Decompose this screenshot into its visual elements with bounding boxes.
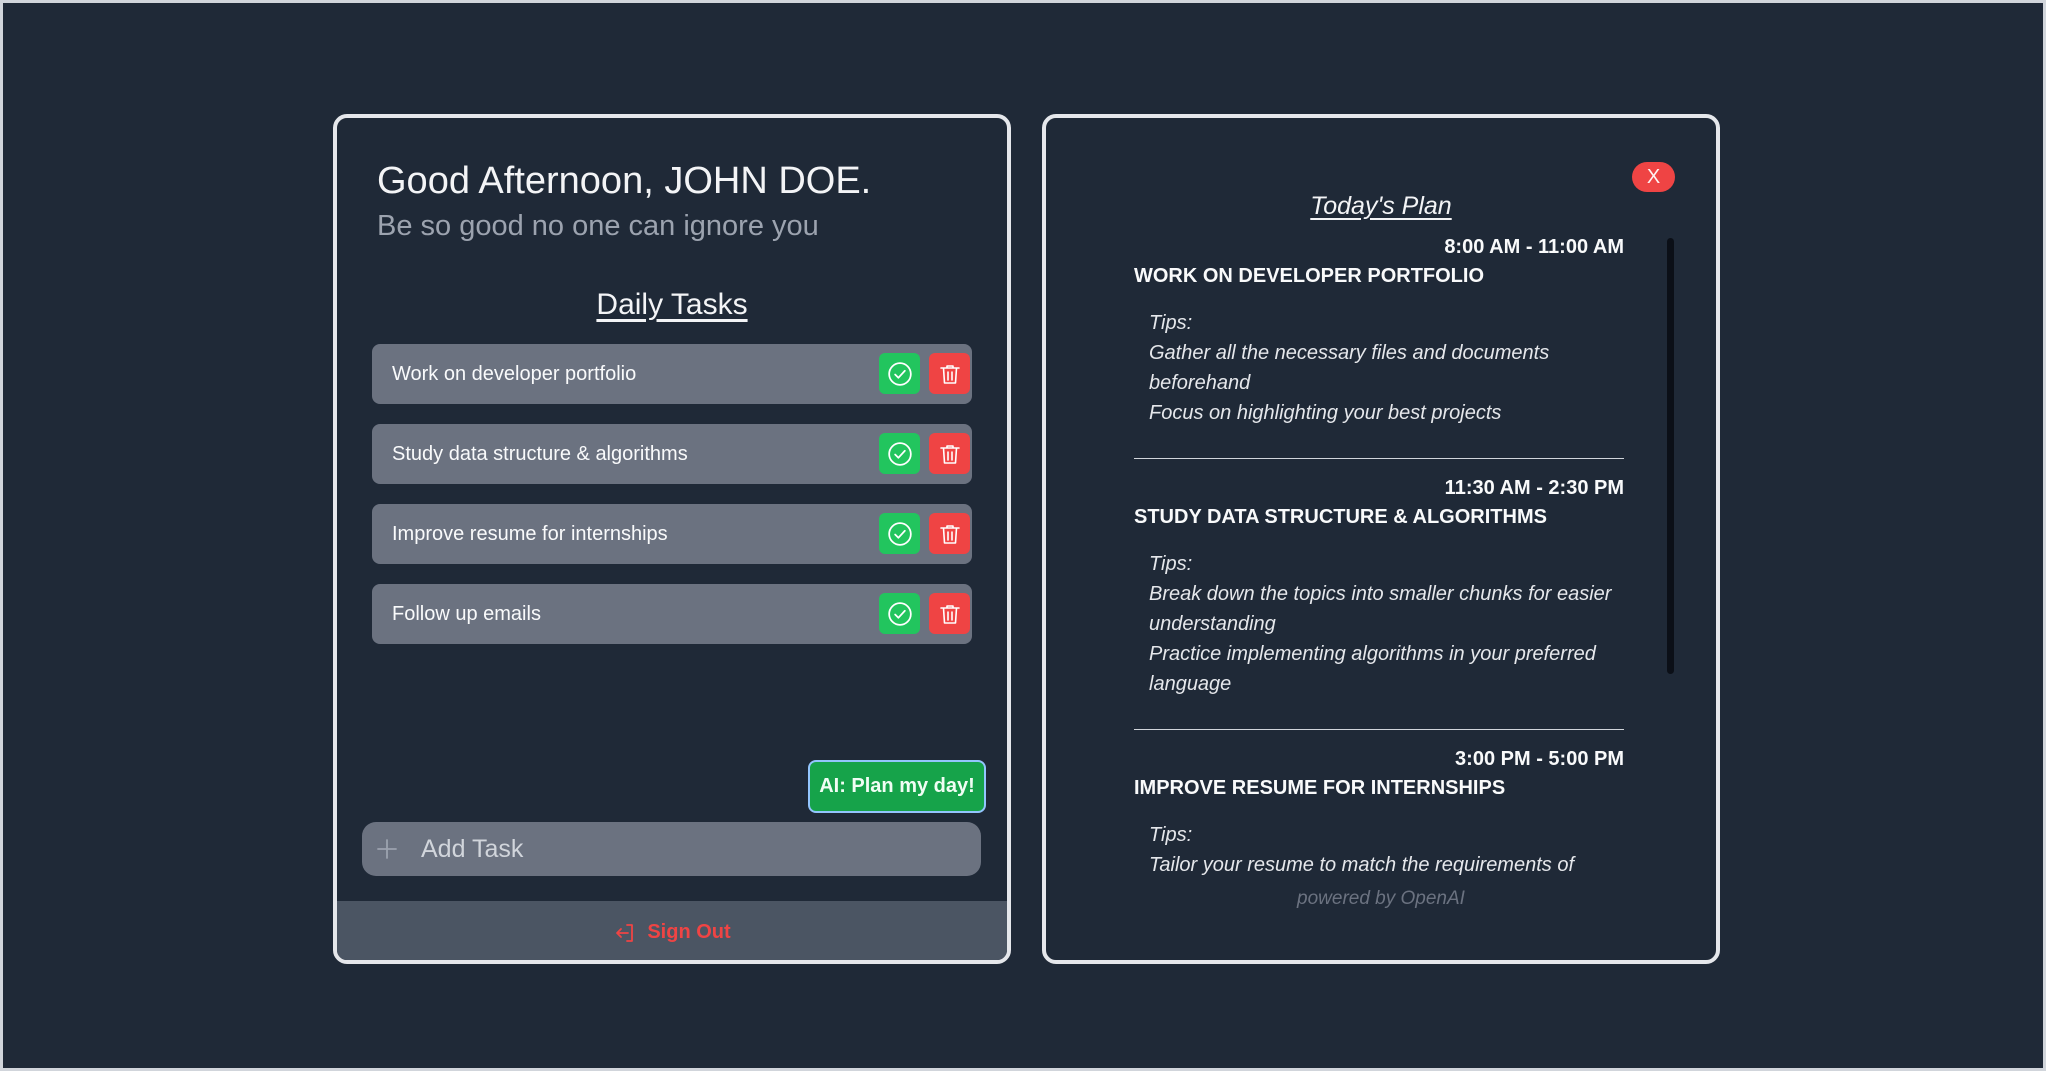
check-circle-icon — [887, 521, 912, 546]
trash-icon — [939, 524, 960, 544]
complete-task-button[interactable] — [879, 593, 920, 634]
plan-tips: Tips: Break down the topics into smaller… — [1149, 549, 1624, 699]
complete-task-button[interactable] — [879, 353, 920, 394]
powered-by-label: powered by OpenAI — [1297, 888, 1465, 909]
todays-plan-title: Today's Plan — [1310, 192, 1452, 220]
tip-text: Break down the topics into smaller chunk… — [1149, 583, 1612, 635]
task-row: Follow up emails — [372, 584, 972, 644]
sign-out-icon — [616, 923, 634, 942]
tasks-panel: Good Afternoon, JOHN DOE. Be so good no … — [333, 114, 1011, 964]
check-circle-icon — [887, 601, 912, 626]
tips-label: Tips: — [1149, 553, 1193, 575]
task-row: Work on developer portfolio — [372, 344, 972, 404]
plan-tips: Tips: Tailor your resume to match the re… — [1149, 820, 1624, 880]
complete-task-button[interactable] — [879, 513, 920, 554]
plan-panel: X Today's Plan 8:00 AM - 11:00 AM WORK O… — [1042, 114, 1720, 964]
trash-icon — [939, 604, 960, 624]
close-plan-button[interactable]: X — [1632, 162, 1675, 192]
daily-tasks-heading: Daily Tasks — [596, 288, 748, 321]
add-task-input[interactable] — [419, 833, 943, 865]
plan-time: 8:00 AM - 11:00 AM — [1444, 236, 1624, 258]
complete-task-button[interactable] — [879, 433, 920, 474]
plan-list[interactable]: 8:00 AM - 11:00 AM WORK ON DEVELOPER POR… — [1134, 236, 1624, 908]
task-label: Study data structure & algorithms — [392, 442, 688, 465]
check-circle-icon — [887, 441, 912, 466]
sign-out-button[interactable]: Sign Out — [337, 901, 1007, 960]
task-label: Follow up emails — [392, 602, 541, 625]
tips-label: Tips: — [1149, 312, 1193, 334]
tip-text: Focus on highlighting your best projects — [1149, 402, 1502, 424]
tip-text: Practice implementing algorithms in your… — [1149, 643, 1596, 695]
tip-text: Gather all the necessary files and docum… — [1149, 342, 1550, 394]
task-label: Work on developer portfolio — [392, 362, 637, 385]
plan-time: 11:30 AM - 2:30 PM — [1444, 477, 1624, 499]
delete-task-button[interactable] — [929, 513, 970, 554]
task-label: Improve resume for internships — [392, 522, 668, 545]
greeting-heading: Good Afternoon, JOHN DOE. — [377, 160, 872, 202]
plan-time: 3:00 PM - 5:00 PM — [1455, 748, 1624, 770]
tip-text: Tailor your resume to match the requirem… — [1149, 854, 1575, 876]
task-row: Improve resume for internships — [372, 504, 972, 564]
plan-scrollbar[interactable] — [1667, 238, 1674, 674]
plan-task-name: WORK ON DEVELOPER PORTFOLIO — [1134, 265, 1485, 287]
trash-icon — [939, 444, 960, 464]
plan-task-name: STUDY DATA STRUCTURE & ALGORITHMS — [1134, 506, 1547, 528]
plan-item: 8:00 AM - 11:00 AM WORK ON DEVELOPER POR… — [1134, 236, 1624, 438]
ai-plan-day-button[interactable]: AI: Plan my day! — [808, 760, 986, 813]
task-row: Study data structure & algorithms — [372, 424, 972, 484]
plus-icon[interactable] — [375, 837, 399, 861]
plan-task-name: IMPROVE RESUME FOR INTERNSHIPS — [1134, 777, 1506, 799]
check-circle-icon — [887, 361, 912, 386]
plan-item: 3:00 PM - 5:00 PM IMPROVE RESUME FOR INT… — [1134, 729, 1624, 890]
plan-tips: Tips: Gather all the necessary files and… — [1149, 308, 1624, 428]
sign-out-label: Sign Out — [647, 921, 731, 943]
delete-task-button[interactable] — [929, 433, 970, 474]
add-task-bar — [362, 822, 981, 876]
delete-task-button[interactable] — [929, 353, 970, 394]
trash-icon — [939, 364, 960, 384]
plan-item: 11:30 AM - 2:30 PM STUDY DATA STRUCTURE … — [1134, 458, 1624, 709]
tips-label: Tips: — [1149, 824, 1193, 846]
motto-subtitle: Be so good no one can ignore you — [377, 210, 819, 242]
task-list: Work on developer portfolio Study data s… — [372, 344, 972, 664]
delete-task-button[interactable] — [929, 593, 970, 634]
